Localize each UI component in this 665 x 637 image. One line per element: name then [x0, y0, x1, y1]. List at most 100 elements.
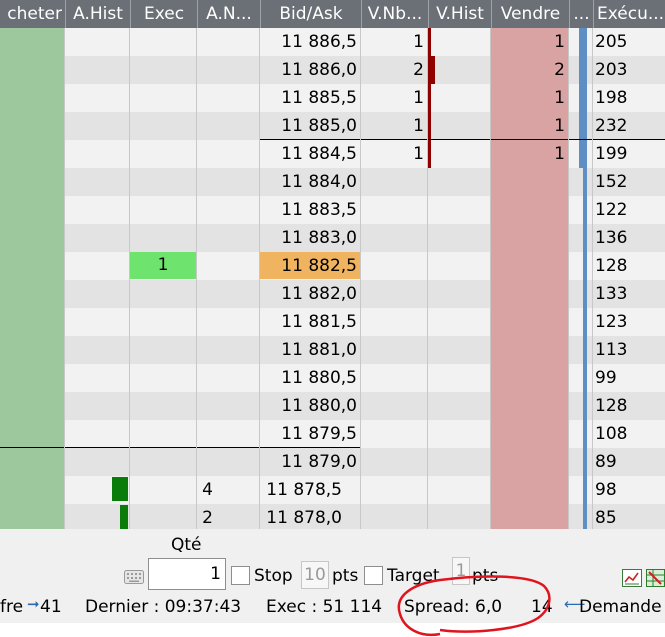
demande-value: 14: [531, 597, 553, 617]
a-nb-cell: 2: [202, 508, 213, 528]
stop-unit: pts: [332, 566, 359, 586]
executed-volume-bar: [579, 56, 587, 84]
price-cell: 11 880,0: [281, 396, 357, 416]
executes-cell: 133: [595, 284, 628, 304]
v-nb-cell: 1: [413, 116, 424, 136]
target-points-input[interactable]: 1: [452, 557, 470, 585]
exec-cell-filled[interactable]: 1: [130, 252, 196, 279]
col-header-acheter[interactable]: cheter: [0, 0, 65, 28]
column-divider: [427, 28, 428, 529]
bottom-margin: [0, 623, 665, 637]
vendre-cell[interactable]: 1: [491, 84, 565, 112]
executed-volume-bar: [583, 280, 587, 308]
column-divider: [64, 28, 65, 529]
executes-cell: 89: [595, 452, 617, 472]
executes-cell: 98: [595, 480, 617, 500]
executes-cell: 99: [595, 368, 617, 388]
col-header-a-hist[interactable]: A.Hist: [65, 0, 130, 28]
executes-cell: 108: [595, 424, 628, 444]
col-header-narrow[interactable]: ...: [569, 0, 593, 28]
price-cell: 11 886,0: [281, 60, 357, 80]
chart-icon[interactable]: [622, 569, 642, 587]
dernier-time: Dernier : 09:37:43: [85, 597, 242, 617]
column-divider: [129, 28, 130, 529]
arrow-right-icon: ➞: [27, 595, 40, 613]
status-bar: fre ➞ 41 Dernier : 09:37:43 Exec : 51 11…: [0, 593, 665, 623]
price-cell: 11 884,5: [281, 144, 357, 164]
executed-volume-bar: [579, 84, 587, 112]
quantity-input[interactable]: 1: [148, 558, 226, 590]
executes-cell: 136: [595, 228, 628, 248]
stop-checkbox[interactable]: [231, 566, 250, 585]
price-cell: 11 885,5: [281, 88, 357, 108]
price-cell: 11 878,0: [266, 508, 342, 528]
executes-cell: 128: [595, 396, 628, 416]
price-cell: 11 880,5: [281, 368, 357, 388]
executed-volume-bar: [583, 448, 587, 476]
col-header-a-nb[interactable]: A.N...: [197, 0, 260, 28]
price-cell: 11 879,5: [281, 424, 357, 444]
col-header-v-hist[interactable]: V.Hist: [428, 0, 491, 28]
executes-cell: 232: [595, 116, 628, 136]
buy-column[interactable]: [0, 28, 64, 529]
order-controls: Qté 1 Stop 10 pts Target 1 pts: [0, 529, 665, 593]
executes-cell: 199: [595, 144, 628, 164]
offre-label: fre: [0, 597, 24, 617]
column-divider: [360, 28, 361, 529]
executed-volume-bar: [579, 28, 587, 56]
executed-volume-bar: [583, 168, 587, 196]
vendre-cell[interactable]: 2: [491, 56, 565, 84]
executed-volume-bar: [579, 112, 587, 140]
a-hist-bar: [120, 505, 128, 529]
price-cell: 11 879,0: [281, 452, 357, 472]
price-cell: 11 883,5: [281, 200, 357, 220]
v-nb-cell: 1: [413, 32, 424, 52]
executes-cell: 85: [595, 508, 617, 528]
price-cell: 11 883,0: [281, 228, 357, 248]
v-nb-cell: 1: [413, 144, 424, 164]
spread-value: Spread: 6,0: [404, 597, 503, 617]
col-header-bid-ask[interactable]: Bid/Ask: [260, 0, 361, 28]
executed-volume-bar: [583, 224, 587, 252]
col-header-vendre[interactable]: Vendre: [491, 0, 569, 28]
price-cell: 11 881,5: [281, 312, 357, 332]
executes-cell: 122: [595, 200, 628, 220]
vendre-cell[interactable]: 1: [491, 112, 565, 140]
a-nb-cell: 4: [202, 480, 213, 500]
col-header-executes[interactable]: Exécu...: [593, 0, 665, 28]
v-nb-cell: 2: [413, 60, 424, 80]
executed-volume-bar: [583, 504, 587, 529]
col-header-v-nb[interactable]: V.Nb...: [361, 0, 428, 28]
keyboard-icon[interactable]: [124, 569, 144, 584]
executed-volume-bar: [583, 196, 587, 224]
current-price-cell: 11 882,5: [281, 256, 357, 276]
vendre-cell[interactable]: 1: [491, 28, 565, 56]
executed-volume-bar: [583, 308, 587, 336]
executed-volume-bar: [583, 476, 587, 504]
column-divider: [259, 28, 260, 529]
executed-volume-bar: [583, 336, 587, 364]
executes-cell: 128: [595, 256, 628, 276]
a-hist-bar: [112, 477, 128, 501]
executes-cell: 198: [595, 88, 628, 108]
executed-volume-bar: [583, 392, 587, 420]
column-divider: [568, 28, 569, 529]
target-unit: pts: [472, 566, 499, 586]
price-cell: 11 881,0: [281, 340, 357, 360]
stop-label: Stop: [254, 566, 293, 586]
price-ladder: 1 11 886,5 1 1 205 11 886,0 2 2 203 11 8…: [0, 28, 665, 529]
grid-settings-icon[interactable]: [646, 569, 665, 587]
price-cell: 11 882,0: [281, 284, 357, 304]
stop-points-input[interactable]: 10: [301, 561, 329, 589]
v-nb-cell: 1: [413, 88, 424, 108]
executed-volume-bar: [583, 420, 587, 448]
price-cell: 11 878,5: [266, 480, 342, 500]
ladder-header: cheter A.Hist Exec A.N... Bid/Ask V.Nb..…: [0, 0, 665, 28]
executes-cell: 113: [595, 340, 628, 360]
target-checkbox[interactable]: [364, 566, 383, 585]
demande-label: Demande: [579, 597, 662, 617]
target-label: Target: [387, 566, 440, 586]
executes-cell: 203: [595, 60, 628, 80]
vendre-cell[interactable]: 1: [491, 140, 565, 168]
col-header-exec[interactable]: Exec: [130, 0, 197, 28]
